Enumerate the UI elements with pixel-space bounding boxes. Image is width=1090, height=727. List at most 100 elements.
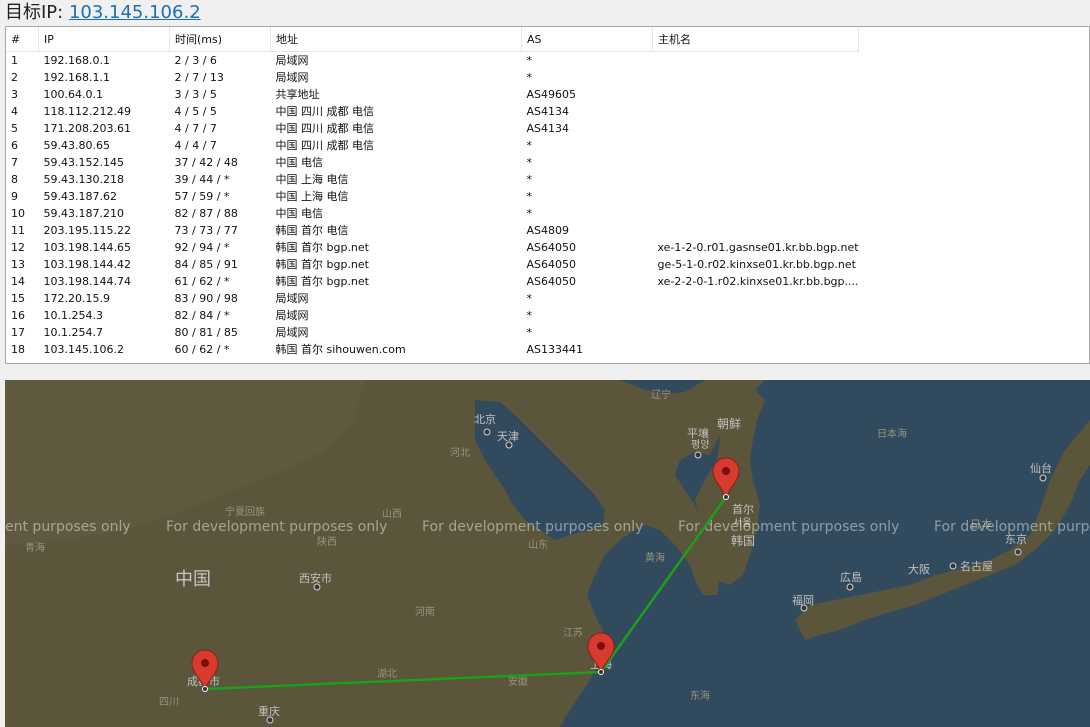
cell-hostname bbox=[653, 154, 859, 171]
cell-address: 中国 电信 bbox=[275, 207, 324, 220]
cell-hop-index: 6 bbox=[11, 139, 18, 152]
cell-hostname bbox=[653, 222, 859, 239]
cell-hop-index: 4 bbox=[11, 105, 18, 118]
column-header-ip[interactable]: IP bbox=[38, 27, 170, 52]
watermark-1: ent purposes only bbox=[5, 519, 131, 535]
route-map[interactable]: 中国 朝鲜 韩国 平壤 평양 首尔 서울 北京 天津 河北 山西 陕西 宁夏回族… bbox=[5, 380, 1090, 727]
cell-hostname bbox=[653, 171, 859, 188]
cell-address: 韩国 首尔 bgp.net bbox=[275, 241, 370, 254]
cell-hop-index: 17 bbox=[11, 326, 25, 339]
cell-time: 37 / 42 / 48 bbox=[174, 156, 238, 169]
cell-hop-index: 14 bbox=[11, 275, 25, 288]
cell-hostname bbox=[653, 120, 859, 137]
cell-as: * bbox=[526, 71, 533, 84]
cell-hop-index: 12 bbox=[11, 241, 25, 254]
table-row[interactable]: 14 103.198.144.74 61 / 62 / * 韩国 首尔 bgp.net… bbox=[6, 273, 859, 290]
table-row[interactable]: 4 118.112.212.49 4 / 5 / 5 中国 四川 成都 电信 AS413… bbox=[6, 103, 859, 120]
cell-time: 73 / 73 / 77 bbox=[174, 224, 238, 237]
table-row[interactable]: 13 103.198.144.42 84 / 85 / 91 韩国 首尔 bgp.ne… bbox=[6, 256, 859, 273]
traceroute-table: # IP 时间(ms) 地址 AS 主机名 1 192.168.0.1 2 / 3 … bbox=[6, 27, 860, 358]
cell-address: 共享地址 bbox=[275, 88, 320, 101]
cell-hop-index: 10 bbox=[11, 207, 25, 220]
cell-address: 局域网 bbox=[275, 326, 309, 339]
table-row[interactable]: 9 59.43.187.62 57 / 59 / * 中国 上海 电信 * bbox=[6, 188, 859, 205]
table-row[interactable]: 2 192.168.1.1 2 / 7 / 13 局域网 * bbox=[6, 69, 859, 86]
cell-as: * bbox=[526, 207, 533, 220]
table-row[interactable]: 3 100.64.0.1 3 / 3 / 5 共享地址 AS49605 bbox=[6, 86, 859, 103]
cell-as: AS4809 bbox=[526, 224, 570, 237]
cell-address: 中国 上海 电信 bbox=[275, 173, 349, 186]
table-header-row: # IP 时间(ms) 地址 AS 主机名 bbox=[6, 27, 860, 52]
cell-hop-index: 1 bbox=[11, 54, 18, 67]
cell-ip: 59.43.187.210 bbox=[43, 207, 124, 220]
cell-time: 4 / 5 / 5 bbox=[174, 105, 217, 118]
cell-hop-index: 13 bbox=[11, 258, 25, 271]
cell-hop-index: 3 bbox=[11, 88, 18, 101]
cell-hop-index: 5 bbox=[11, 122, 18, 135]
cell-address: 中国 电信 bbox=[275, 156, 324, 169]
cell-time: 61 / 62 / * bbox=[174, 275, 230, 288]
cell-hostname bbox=[653, 324, 859, 341]
cell-ip: 59.43.130.218 bbox=[43, 173, 124, 186]
cell-ip: 59.43.187.62 bbox=[43, 190, 117, 203]
cell-address: 韩国 首尔 bgp.net bbox=[275, 258, 370, 271]
cell-hop-index: 8 bbox=[11, 173, 18, 186]
cell-ip: 103.198.144.42 bbox=[43, 258, 131, 271]
cell-time: 80 / 81 / 85 bbox=[174, 326, 238, 339]
cell-time: 3 / 3 / 5 bbox=[174, 88, 217, 101]
cell-hostname bbox=[653, 103, 859, 120]
target-ip-link[interactable]: 103.145.106.2 bbox=[69, 2, 201, 23]
cell-time: 82 / 87 / 88 bbox=[174, 207, 238, 220]
cell-hostname bbox=[653, 69, 859, 86]
table-row[interactable]: 12 103.198.144.65 92 / 94 / * 韩国 首尔 bgp.net… bbox=[6, 239, 859, 256]
cell-as: AS4134 bbox=[526, 105, 570, 118]
cell-hop-index: 9 bbox=[11, 190, 18, 203]
cell-time: 82 / 84 / * bbox=[174, 309, 230, 322]
cell-time: 2 / 3 / 6 bbox=[174, 54, 217, 67]
cell-hop-index: 2 bbox=[11, 71, 18, 84]
column-header-address[interactable]: 地址 bbox=[270, 27, 522, 52]
column-header-index[interactable]: # bbox=[6, 27, 39, 52]
column-header-time[interactable]: 时间(ms) bbox=[169, 27, 271, 52]
cell-ip: 203.195.115.22 bbox=[43, 224, 131, 237]
table-row[interactable]: 17 10.1.254.7 80 / 81 / 85 局域网 * bbox=[6, 324, 859, 341]
column-header-as[interactable]: AS bbox=[521, 27, 653, 52]
cell-as: * bbox=[526, 326, 533, 339]
cell-address: 韩国 首尔 sihouwen.com bbox=[275, 343, 406, 356]
cell-hop-index: 7 bbox=[11, 156, 18, 169]
cell-as: AS49605 bbox=[526, 88, 577, 101]
cell-as: * bbox=[526, 54, 533, 67]
cell-hostname bbox=[653, 86, 859, 103]
cell-as: AS64050 bbox=[526, 258, 577, 271]
cell-time: 57 / 59 / * bbox=[174, 190, 230, 203]
table-row[interactable]: 8 59.43.130.218 39 / 44 / * 中国 上海 电信 * bbox=[6, 171, 859, 188]
table-row[interactable]: 6 59.43.80.65 4 / 4 / 7 中国 四川 成都 电信 * bbox=[6, 137, 859, 154]
cell-hop-index: 16 bbox=[11, 309, 25, 322]
table-row[interactable]: 1 192.168.0.1 2 / 3 / 6 局域网 * bbox=[6, 52, 859, 70]
cell-ip: 192.168.0.1 bbox=[43, 54, 110, 67]
watermark-3: For development purposes only bbox=[422, 519, 643, 535]
table-row[interactable]: 5 171.208.203.61 4 / 7 / 7 中国 四川 成都 电信 AS413… bbox=[6, 120, 859, 137]
watermark-2: For development purposes only bbox=[166, 519, 387, 535]
cell-hostname bbox=[653, 52, 859, 70]
table-row[interactable]: 11 203.195.115.22 73 / 73 / 77 韩国 首尔 电信 AS48… bbox=[6, 222, 859, 239]
table-row[interactable]: 18 103.145.106.2 60 / 62 / * 韩国 首尔 sihouwen… bbox=[6, 341, 859, 358]
table-row[interactable]: 10 59.43.187.210 82 / 87 / 88 中国 电信 * bbox=[6, 205, 859, 222]
map-canvas: 中国 朝鲜 韩国 平壤 평양 首尔 서울 北京 天津 河北 山西 陕西 宁夏回族… bbox=[5, 380, 1090, 727]
cell-address: 中国 四川 成都 电信 bbox=[275, 122, 375, 135]
cell-as: AS64050 bbox=[526, 241, 577, 254]
cell-address: 局域网 bbox=[275, 292, 309, 305]
cell-ip: 118.112.212.49 bbox=[43, 105, 131, 118]
cell-ip: 103.198.144.74 bbox=[43, 275, 131, 288]
cell-ip: 171.208.203.61 bbox=[43, 122, 131, 135]
cell-time: 84 / 85 / 91 bbox=[174, 258, 238, 271]
cell-address: 中国 四川 成都 电信 bbox=[275, 105, 375, 118]
cell-address: 韩国 首尔 电信 bbox=[275, 224, 349, 237]
table-row[interactable]: 16 10.1.254.3 82 / 84 / * 局域网 * bbox=[6, 307, 859, 324]
table-row[interactable]: 7 59.43.152.145 37 / 42 / 48 中国 电信 * bbox=[6, 154, 859, 171]
cell-as: * bbox=[526, 292, 533, 305]
column-header-hostname[interactable]: 主机名 bbox=[652, 27, 860, 52]
cell-as: AS64050 bbox=[526, 275, 577, 288]
table-row[interactable]: 15 172.20.15.9 83 / 90 / 98 局域网 * bbox=[6, 290, 859, 307]
cell-time: 2 / 7 / 13 bbox=[174, 71, 224, 84]
